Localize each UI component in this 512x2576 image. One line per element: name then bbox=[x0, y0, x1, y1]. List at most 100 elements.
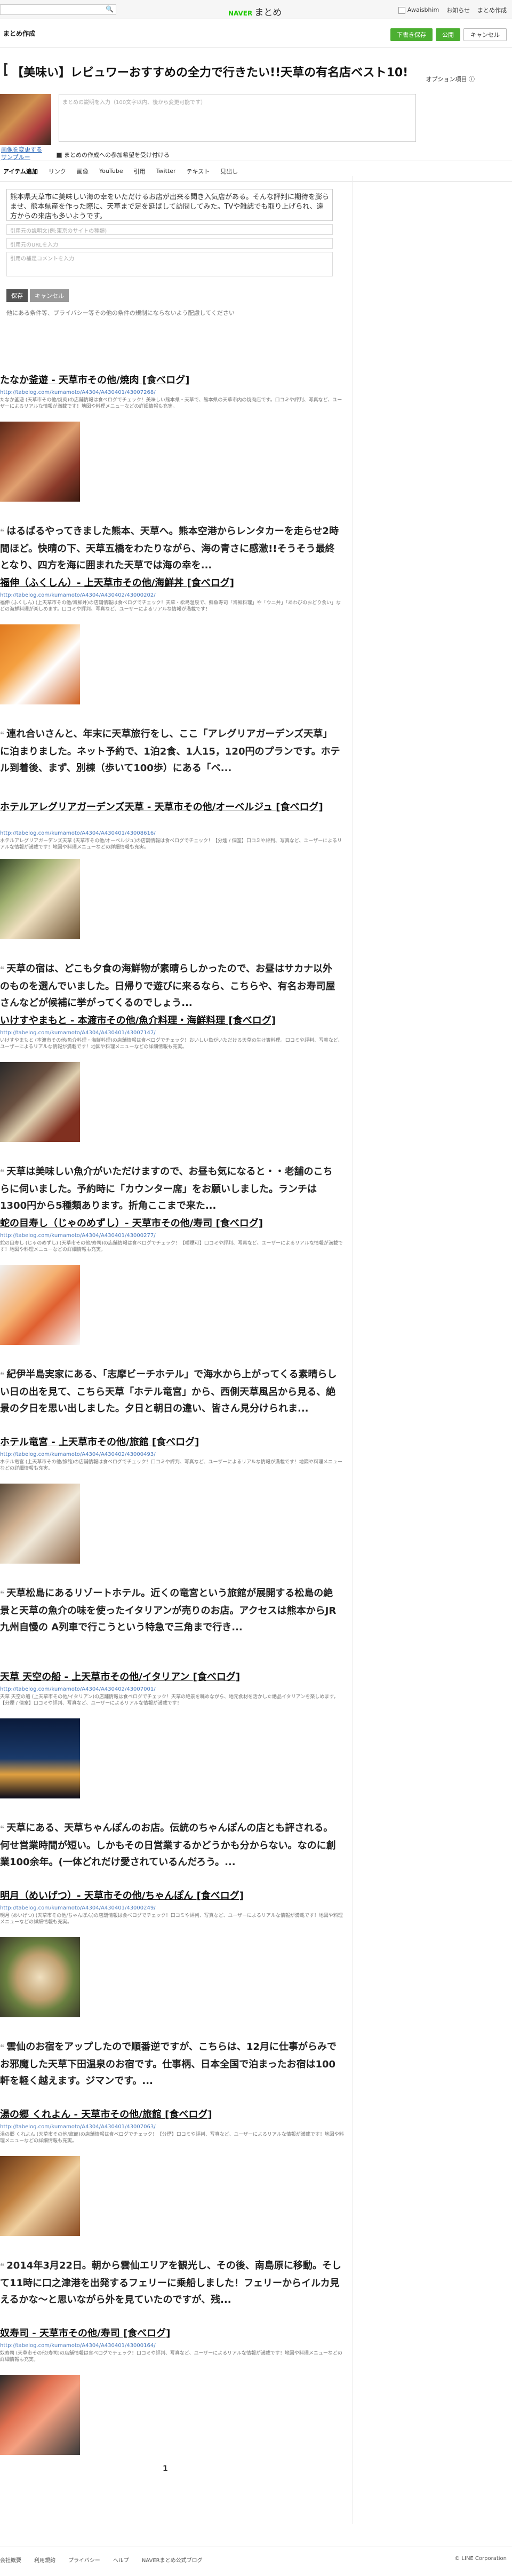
quote-text: ❝ 天草の宿は、どこも夕食の海鮮物が素晴らしかったので、お昼はサカナ以外のものを選… bbox=[0, 963, 335, 1009]
link-title[interactable]: 湯の郷 くれよん - 天草市その他/旅館 [食べログ] bbox=[0, 2108, 352, 2122]
footer-link-blog[interactable]: NAVERまとめ公式ブログ bbox=[142, 2556, 203, 2564]
link-title[interactable]: 奴寿司 - 天草市その他/寿司 [食べログ] bbox=[0, 2327, 352, 2341]
top-links: Awaisbhim お知らせ まとめ作成 bbox=[398, 6, 507, 14]
link-description: 明月 (めいげつ) (天草市その他/ちゃんぽん)の店舗情報は食べログでチェック！… bbox=[0, 1913, 343, 1925]
link-title[interactable]: 天草 天空の船 - 上天草市その他/イタリアン [食べログ] bbox=[0, 1670, 352, 1684]
column-divider bbox=[352, 176, 353, 2524]
link-url[interactable]: http://tabelog.com/kumamoto/A4304/A43040… bbox=[0, 2124, 156, 2130]
tab-link[interactable]: リンク bbox=[49, 167, 77, 176]
link-description: ホテル竜宮 (上天草市その他/旅館)の店舗情報は食べログでチェック！口コミや評判… bbox=[0, 1460, 342, 1471]
change-thumbnail-link[interactable]: 画像を変更する サンプルー bbox=[1, 146, 42, 161]
link-title[interactable]: ホテル竜宮 - 上天草市その他/旅館 [食べログ] bbox=[0, 1436, 352, 1449]
food-image bbox=[0, 624, 80, 704]
footer-link-terms[interactable]: 利用規約 bbox=[34, 2556, 55, 2564]
matome-header-editor: 【美味い】レビュワーおすすめの全力で行きたい!!天草の有名店ベスト10! オプシ… bbox=[0, 48, 512, 161]
link-url[interactable]: http://tabelog.com/kumamoto/A4304/A43040… bbox=[0, 830, 156, 836]
form-note: 他にある条件等、プライバシー等その他の条件の規制にならないよう配慮してください bbox=[6, 310, 235, 316]
notice-link[interactable]: お知らせ bbox=[446, 6, 470, 14]
save-item-button[interactable]: 保存 bbox=[6, 289, 28, 302]
search-input[interactable]: 🔍 bbox=[0, 4, 116, 15]
quote-text: ❝ 天草は美味しい魚介がいただけますので、お昼も気になると・・老舗のこちらに伺いま… bbox=[0, 1166, 333, 1211]
link-title[interactable]: たなか釜遊 - 天草市その他/焼肉 [食べログ] bbox=[0, 374, 352, 387]
link-title[interactable]: いけすやまもと - 本渡市その他/魚介料理・海鮮料理 [食べログ] bbox=[0, 1014, 352, 1028]
link-title[interactable]: ホテルアレグリアガーデンズ天草 - 天草市その他/オーベルジュ [食べログ] bbox=[0, 800, 352, 814]
footer-link-company[interactable]: 会社概要 bbox=[0, 2556, 21, 2564]
tab-add-item[interactable]: アイテム追加 bbox=[3, 167, 49, 176]
link-title[interactable]: 福伸（ふくしん）- 上天草市その他/海鮮丼 [食べログ] bbox=[0, 576, 352, 590]
footer-link-privacy[interactable]: プライバシー bbox=[68, 2556, 100, 2564]
link-url[interactable]: http://tabelog.com/kumamoto/A4304/A43040… bbox=[0, 1030, 156, 1036]
quote-text: ❝ はるばるやってきました熊本、天草へ。熊本空港からレンタカーを走らせ2時間ほど。… bbox=[0, 526, 339, 571]
food-image bbox=[0, 1265, 80, 1345]
footer-link-help[interactable]: ヘルプ bbox=[113, 2556, 129, 2564]
link-url[interactable]: http://tabelog.com/kumamoto/A4304/A43040… bbox=[0, 1233, 156, 1239]
page-title: まとめ作成 bbox=[3, 30, 36, 37]
link-description: 湯の郷 くれよん (天草市その他/旅館)の店舗情報は食べログでチェック！【分煙】… bbox=[0, 2132, 344, 2144]
food-image bbox=[0, 1484, 80, 1564]
link-description: 奴寿司 (天草市その他/寿司)の店舗情報は食べログでチェック！口コミや評判、写真… bbox=[0, 2351, 342, 2363]
link-title[interactable]: 明月（めいげつ）- 天草市その他/ちゃんぽん [食べログ] bbox=[0, 1889, 352, 1903]
title-bracket bbox=[4, 63, 7, 76]
link-url[interactable]: http://tabelog.com/kumamoto/A4304/A43040… bbox=[0, 2343, 156, 2349]
link-url[interactable]: http://tabelog.com/kumamoto/A4304/A43040… bbox=[0, 592, 156, 598]
quote-comment[interactable]: 引用の補足コメントを入力 bbox=[6, 252, 333, 276]
matome-title[interactable]: 【美味い】レビュワーおすすめの全力で行きたい!!天草の有名店ベスト10! bbox=[12, 63, 408, 80]
quote-icon: ❝ bbox=[0, 528, 5, 536]
quote-source-url[interactable]: 引用元のURLを入力 bbox=[6, 238, 333, 249]
tab-heading[interactable]: 見出し bbox=[220, 167, 249, 176]
food-image bbox=[0, 2156, 80, 2236]
notify-checkbox[interactable]: まとめの作成への参加希望を受け付ける bbox=[57, 150, 170, 159]
quote-form: 熊本県天草市に美味しい海の幸をいただけるお店が出来る聞き入気店がある。そんな評判… bbox=[0, 181, 512, 347]
quote-text: ❝ 天草松島にあるリゾートホテル。近くの竜宮という旅館が展開する松島の絶景と天草の… bbox=[0, 1588, 337, 1633]
quote-icon: ❝ bbox=[0, 965, 5, 974]
quote-icon: ❝ bbox=[0, 2262, 5, 2271]
pagination-page[interactable]: 1 bbox=[163, 2464, 168, 2473]
user-icon bbox=[398, 6, 405, 14]
checkbox-icon[interactable] bbox=[57, 153, 62, 158]
quote-text: ❝ 2014年3月22日。朝から雲仙エリアを観光し、その後、南島原に移動。そして1… bbox=[0, 2260, 341, 2305]
food-image bbox=[0, 1062, 80, 1142]
quote-text: ❝ 雲仙のお宿をアップしたので順番逆ですが、こちらは、12月に仕事がらみでお邪魔し… bbox=[0, 2041, 337, 2087]
scenery-image bbox=[0, 1718, 80, 1798]
cancel-item-button[interactable]: キャンセル bbox=[30, 289, 69, 302]
create-matome-link[interactable]: まとめ作成 bbox=[477, 6, 507, 14]
quote-icon: ❝ bbox=[0, 731, 5, 739]
link-url[interactable]: http://tabelog.com/kumamoto/A4304/A43040… bbox=[0, 1905, 156, 1911]
save-draft-button[interactable]: 下書き保存 bbox=[390, 28, 433, 41]
tab-youtube[interactable]: YouTube bbox=[99, 168, 134, 175]
quote-icon: ❝ bbox=[0, 2043, 5, 2052]
publish-button[interactable]: 公開 bbox=[436, 28, 460, 41]
link-url[interactable]: http://tabelog.com/kumamoto/A4304/A43040… bbox=[0, 390, 156, 395]
link-description: たなか釜遊 (天草市その他/焼肉)の店舗情報は食べログでチェック！美味しい熊本県… bbox=[0, 398, 342, 409]
quote-text: ❝ 連れ合いさんと、年末に天草旅行をし、ここ「アレグリアガーデンズ天草」に泊まりま… bbox=[0, 728, 340, 774]
link-description: 福伸 (ふくしん) (上天草市その他/海鮮丼)の店舗情報は食べログでチェック！天… bbox=[0, 600, 341, 612]
quote-icon: ❝ bbox=[0, 1168, 5, 1177]
item-type-tabs: アイテム追加 リンク 画像 YouTube 引用 Twitter テキスト 見出… bbox=[0, 161, 512, 181]
quote-icon: ❝ bbox=[0, 1825, 5, 1833]
option-link[interactable]: オプション項目 ⓘ bbox=[426, 75, 475, 83]
search-icon[interactable]: 🔍 bbox=[106, 5, 114, 13]
quote-textarea[interactable]: 熊本県天草市に美味しい海の幸をいただけるお店が出来る聞き入気店がある。そんな評判… bbox=[6, 189, 333, 221]
site-logo[interactable]: NAVER まとめ bbox=[228, 5, 282, 18]
user-link[interactable]: Awaisbhim bbox=[398, 6, 439, 14]
link-description: ホテルアレグリアガーデンズ天草 (天草市その他/オーベルジュ)の店舗情報は食べロ… bbox=[0, 838, 342, 850]
food-image bbox=[0, 422, 80, 502]
cancel-button[interactable]: キャンセル bbox=[463, 28, 507, 41]
link-description: 天草 天空の船 (上天草市その他/イタリアン)の店舗情報は食べログでチェック！天… bbox=[0, 1694, 339, 1706]
footer: 会社概要 利用規約 プライバシー ヘルプ NAVERまとめ公式ブログ © LIN… bbox=[0, 2547, 512, 2576]
description-input[interactable]: まとめの説明を入力（100文字以内、後から変更可能です） bbox=[59, 94, 416, 142]
quote-source-description[interactable]: 引用元の説明文(例:東京のサイトの種類) bbox=[6, 224, 333, 235]
quote-text: ❝ 天草にある、天草ちゃんぽんのお店。伝統のちゃんぽんの店とも評される。何せ営業時… bbox=[0, 1822, 336, 1868]
link-url[interactable]: http://tabelog.com/kumamoto/A4304/A43040… bbox=[0, 1452, 156, 1457]
quote-icon: ❝ bbox=[0, 1590, 5, 1598]
link-title[interactable]: 蛇の目寿し（じゃのめずし）- 天草市その他/寿司 [食べログ] bbox=[0, 1217, 352, 1231]
tab-quote[interactable]: 引用 bbox=[134, 167, 156, 176]
thumbnail-image bbox=[0, 94, 51, 145]
link-description: 蛇の目寿し (じゃのめずし) (天草市その他/寿司)の店舗情報は食べログでチェッ… bbox=[0, 1241, 343, 1253]
food-image bbox=[0, 1937, 80, 2017]
tab-text[interactable]: テキスト bbox=[187, 167, 221, 176]
tab-image[interactable]: 画像 bbox=[77, 167, 99, 176]
tab-twitter[interactable]: Twitter bbox=[156, 168, 187, 175]
food-image bbox=[0, 2375, 80, 2455]
link-url[interactable]: http://tabelog.com/kumamoto/A4304/A43040… bbox=[0, 1686, 156, 1692]
